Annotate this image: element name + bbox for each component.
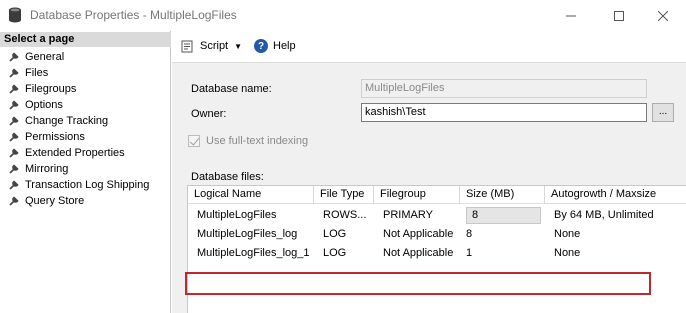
help-label: Help [273,40,296,52]
cell-file-type[interactable]: ROWS... [314,206,374,225]
close-icon [658,10,668,21]
cell-filegroup[interactable]: Not Applicable [374,244,460,263]
sidebar-item-change-tracking[interactable]: Change Tracking [0,113,171,129]
cell-file-type[interactable]: LOG [314,244,374,263]
column-header-autogrowth[interactable]: Autogrowth / Maxsize [545,186,686,204]
column-header-file-type[interactable]: File Type [314,186,374,204]
sidebar-item-label: General [25,51,65,63]
cell-filegroup[interactable]: Not Applicable [374,225,460,244]
owner-label: Owner: [191,108,227,120]
wrench-icon [9,84,19,94]
script-button[interactable]: Script ▼ [181,39,242,53]
sidebar-item-mirroring[interactable]: Mirroring [0,161,171,177]
column-header-logical-name[interactable]: Logical Name [188,186,314,204]
wrench-icon [9,164,19,174]
database-files-label: Database files: [191,171,264,183]
sidebar-item-label: Options [25,99,63,111]
table-row[interactable]: MultipleLogFiles_log_1 LOG Not Applicabl… [188,244,686,263]
window-title: Database Properties - MultipleLogFiles [30,8,237,22]
help-button[interactable]: ? Help [254,39,296,53]
title-bar: Database Properties - MultipleLogFiles [0,0,686,31]
sidebar-item-label: Extended Properties [25,147,125,159]
cell-size[interactable]: 8 [460,225,545,244]
page-list: General Files Filegroups Options Change … [0,49,171,209]
maximize-icon [614,10,624,21]
database-icon [9,7,21,23]
database-name-label: Database name: [191,83,272,95]
script-label: Script [200,40,229,52]
table-row[interactable]: MultipleLogFiles_log LOG Not Applicable … [188,225,686,244]
help-icon: ? [254,39,268,53]
script-icon [181,40,193,53]
cell-autogrowth[interactable]: None [545,225,686,244]
sidebar-item-general[interactable]: General [0,49,171,65]
properties-pane: Script ▼ ? Help Database name: MultipleL… [172,31,686,313]
sidebar-item-transaction-log-shipping[interactable]: Transaction Log Shipping [0,177,171,193]
sidebar-item-label: Query Store [25,195,85,207]
cell-file-type[interactable]: LOG [314,225,374,244]
sidebar-item-filegroups[interactable]: Filegroups [0,81,171,97]
database-files-grid: Logical Name File Type Filegroup Size (M… [187,185,686,313]
chevron-down-icon[interactable]: ▼ [234,42,242,51]
wrench-icon [9,132,19,142]
wrench-icon [9,116,19,126]
sidebar-item-label: Permissions [25,131,85,143]
wrench-icon [9,52,19,62]
wrench-icon [9,180,19,190]
sidebar-item-label: Mirroring [25,163,69,175]
sidebar-item-permissions[interactable]: Permissions [0,129,171,145]
sidebar-item-label: Filegroups [25,83,77,95]
fulltext-checkbox [188,135,200,147]
browse-owner-button[interactable]: ... [652,103,674,122]
grid-header: Logical Name File Type Filegroup Size (M… [188,186,686,204]
wrench-icon [9,100,19,110]
minimize-button[interactable] [548,0,594,31]
column-header-size[interactable]: Size (MB) [460,186,545,204]
wrench-icon [9,68,19,78]
database-name-field: MultipleLogFiles [361,79,647,98]
cell-filegroup[interactable]: PRIMARY [374,206,460,225]
cell-size[interactable]: 8 [460,206,545,225]
cell-logical-name[interactable]: MultipleLogFiles [188,206,314,225]
close-button[interactable] [640,0,686,31]
maximize-button[interactable] [596,0,642,31]
sidebar-item-files[interactable]: Files [0,65,171,81]
select-page-header: Select a page [0,32,171,47]
cell-logical-name[interactable]: MultipleLogFiles_log [188,225,314,244]
owner-field[interactable]: kashish\Test [361,103,647,122]
table-row[interactable]: MultipleLogFiles ROWS... PRIMARY 8 By 64… [188,206,686,225]
toolbar: Script ▼ ? Help [172,31,686,63]
cell-logical-name[interactable]: MultipleLogFiles_log_1 [188,244,314,263]
cell-autogrowth[interactable]: None [545,244,686,263]
fulltext-label: Use full-text indexing [206,135,309,147]
sidebar-item-label: Transaction Log Shipping [25,179,150,191]
wrench-icon [9,148,19,158]
sidebar-item-options[interactable]: Options [0,97,171,113]
fulltext-indexing-option: Use full-text indexing [188,135,308,147]
cell-size[interactable]: 1 [460,244,545,263]
page-selector-pane: Select a page General Files Filegroups O… [0,31,171,313]
cell-autogrowth[interactable]: By 64 MB, Unlimited [545,206,686,225]
size-value[interactable]: 8 [466,207,541,224]
sidebar-item-query-store[interactable]: Query Store [0,193,171,209]
minimize-icon [566,15,576,16]
column-header-filegroup[interactable]: Filegroup [374,186,460,204]
wrench-icon [9,196,19,206]
sidebar-item-label: Change Tracking [25,115,109,127]
sidebar-item-label: Files [25,67,49,79]
sidebar-item-extended-properties[interactable]: Extended Properties [0,145,171,161]
